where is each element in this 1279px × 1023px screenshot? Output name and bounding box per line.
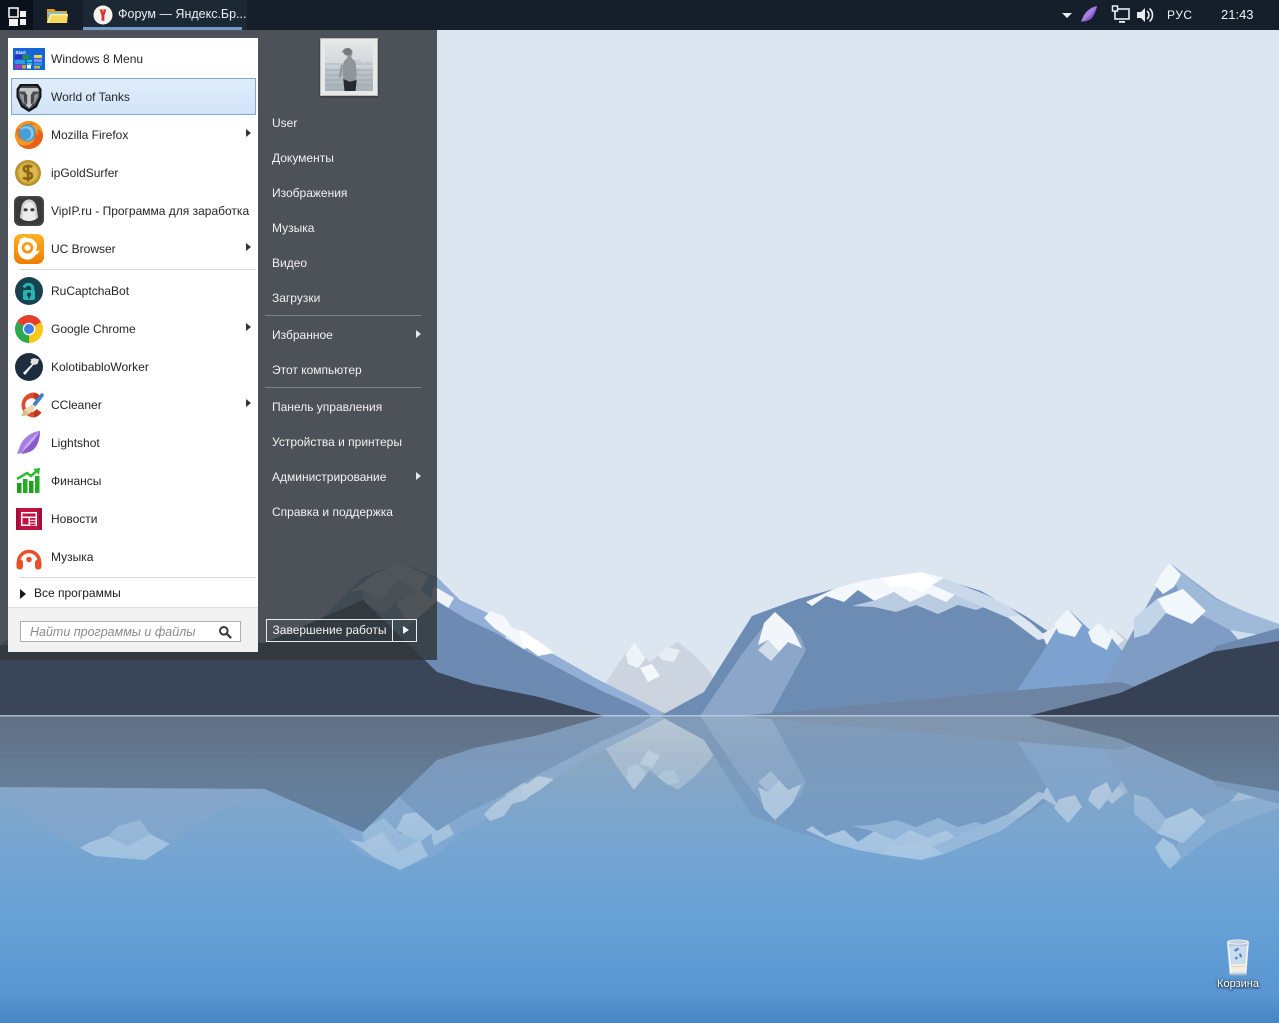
svg-text:Start: Start bbox=[16, 50, 27, 55]
